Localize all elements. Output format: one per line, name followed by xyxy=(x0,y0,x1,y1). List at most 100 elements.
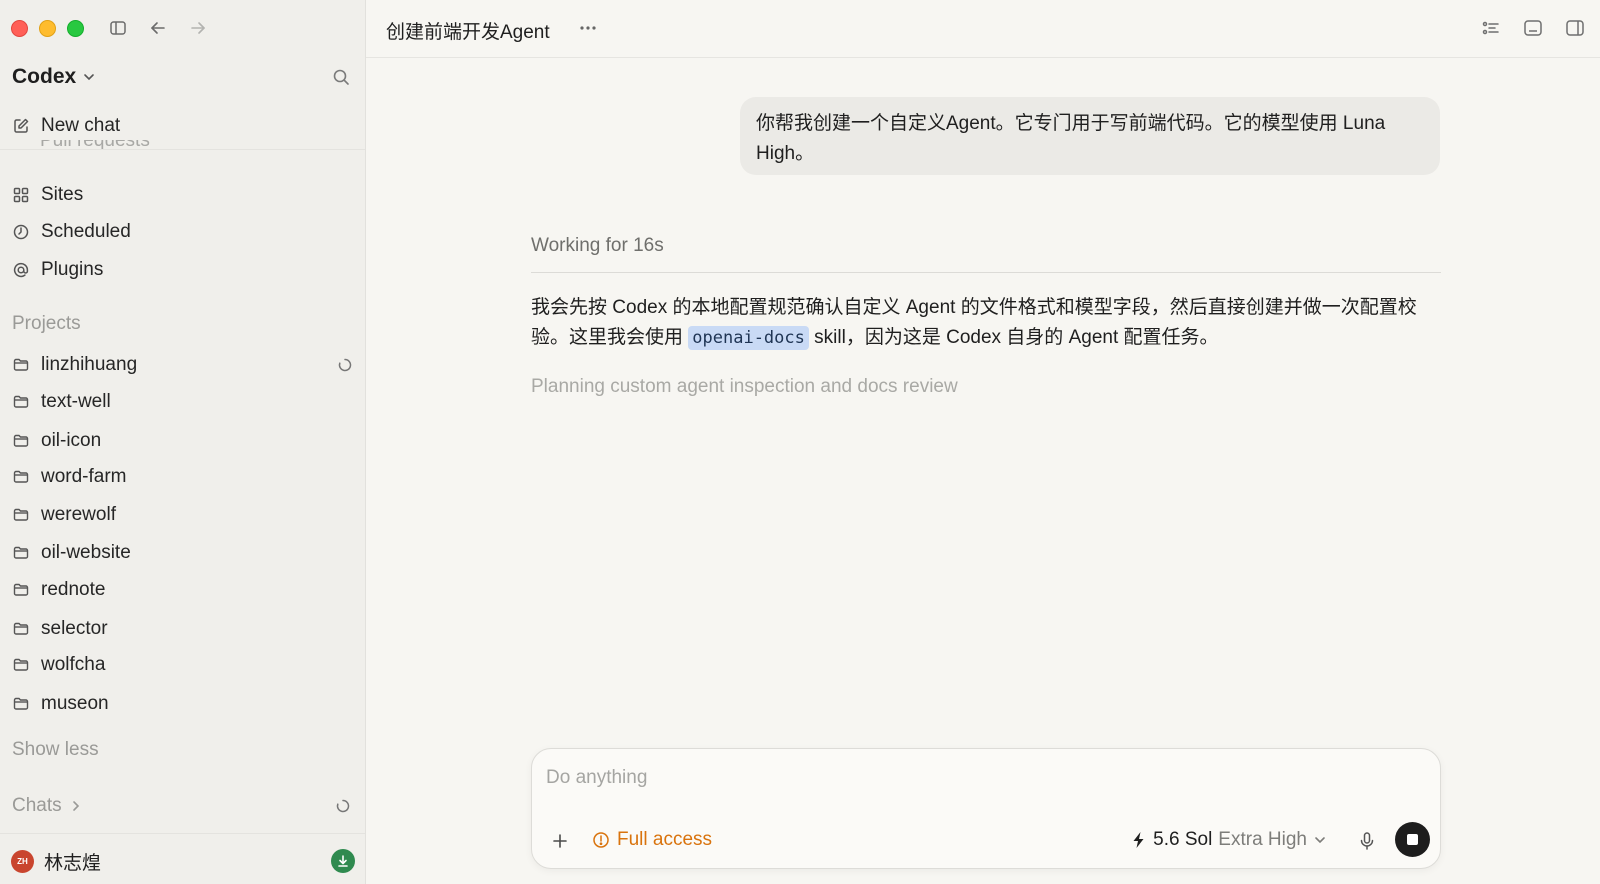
response-text-after: skill，因为这是 Codex 自身的 Agent 配置任务。 xyxy=(808,327,1219,348)
sidebar-item-pull-requests[interactable]: Pull requests xyxy=(40,140,150,162)
folder-icon xyxy=(12,393,30,411)
workspace-switcher[interactable]: Codex xyxy=(12,65,96,89)
project-label: rednote xyxy=(41,579,106,600)
list-icon[interactable] xyxy=(1480,17,1502,39)
search-icon[interactable] xyxy=(331,67,351,87)
planning-status: Planning custom agent inspection and doc… xyxy=(531,376,958,397)
project-label: selector xyxy=(41,618,108,639)
sidebar-toggle-icon[interactable] xyxy=(106,16,130,40)
folder-icon xyxy=(12,656,30,674)
loading-spinner-icon xyxy=(338,358,352,372)
clock-icon xyxy=(12,223,30,241)
project-item-word-farm[interactable]: word-farm xyxy=(12,460,353,494)
inline-code-skill: openai-docs xyxy=(688,326,809,350)
header-actions xyxy=(1480,17,1586,39)
project-label: wolfcha xyxy=(41,654,106,675)
sidebar-item-label: Sites xyxy=(41,184,84,205)
stop-generation-button[interactable] xyxy=(1395,822,1430,857)
window-controls xyxy=(11,20,84,37)
project-label: text-well xyxy=(41,391,111,412)
more-options-icon[interactable] xyxy=(578,18,598,38)
folder-icon xyxy=(12,468,30,486)
sidebar: Codex New chat Pull requests Sites Sched… xyxy=(0,0,366,884)
grid-icon xyxy=(12,186,30,204)
loading-spinner-icon xyxy=(336,799,350,813)
model-name: 5.6 Sol xyxy=(1153,829,1213,850)
project-item-museon[interactable]: museon xyxy=(12,687,353,721)
chat-title[interactable]: 创建前端开发Agent xyxy=(386,17,550,44)
show-less-link[interactable]: Show less xyxy=(12,739,99,761)
plus-icon xyxy=(553,834,567,848)
sidebar-item-plugins[interactable]: Plugins xyxy=(12,253,353,287)
chevron-right-icon xyxy=(72,801,79,811)
sidebar-item-label: Plugins xyxy=(41,259,104,280)
terminal-panel-icon[interactable] xyxy=(1522,17,1544,39)
user-profile[interactable]: ZH 林志煌 xyxy=(11,847,355,875)
forward-arrow-icon[interactable] xyxy=(186,16,210,40)
project-item-selector[interactable]: selector xyxy=(12,612,353,646)
folder-icon xyxy=(12,695,30,713)
prompt-input[interactable] xyxy=(546,763,1406,793)
project-item-linzhihuang[interactable]: linzhihuang xyxy=(12,348,353,382)
chevron-down-icon xyxy=(1315,837,1325,844)
download-update-button[interactable] xyxy=(331,849,355,873)
minimize-window-button[interactable] xyxy=(39,20,56,37)
add-attachment-button[interactable] xyxy=(548,829,572,853)
back-arrow-icon[interactable] xyxy=(146,16,170,40)
folder-icon xyxy=(12,581,30,599)
sidebar-item-scheduled[interactable]: Scheduled xyxy=(12,215,353,249)
project-item-oil-website[interactable]: oil-website xyxy=(12,536,353,570)
project-label: linzhihuang xyxy=(41,354,138,375)
project-item-oil-icon[interactable]: oil-icon xyxy=(12,424,353,458)
project-item-werewolf[interactable]: werewolf xyxy=(12,498,353,532)
sidebar-divider xyxy=(0,149,365,150)
composer: Full access 5.6 Sol Extra High xyxy=(531,748,1441,869)
full-access-button[interactable]: Full access xyxy=(592,829,712,851)
working-status[interactable]: Working for 16s xyxy=(531,235,664,257)
microphone-button[interactable] xyxy=(1356,829,1378,853)
project-item-text-well[interactable]: text-well xyxy=(12,385,353,419)
new-chat-label: New chat xyxy=(41,115,121,136)
brand-row: Codex xyxy=(12,62,351,92)
zoom-window-button[interactable] xyxy=(67,20,84,37)
chat-header: 创建前端开发Agent xyxy=(366,0,1600,58)
folder-icon xyxy=(12,356,30,374)
model-effort: Extra High xyxy=(1218,829,1307,850)
folder-icon xyxy=(12,432,30,450)
full-access-label: Full access xyxy=(617,829,713,850)
right-sidebar-toggle-icon[interactable] xyxy=(1564,17,1586,39)
user-name: 林志煌 xyxy=(44,852,102,874)
project-item-wolfcha[interactable]: wolfcha xyxy=(12,648,353,682)
project-item-rednote[interactable]: rednote xyxy=(12,573,353,607)
close-window-button[interactable] xyxy=(11,20,28,37)
project-label: word-farm xyxy=(41,466,127,487)
folder-icon xyxy=(12,544,30,562)
project-label: werewolf xyxy=(41,504,116,525)
chats-section-header[interactable]: Chats xyxy=(12,795,351,817)
brand-name: Codex xyxy=(12,65,77,88)
assistant-response: 我会先按 Codex 的本地配置规范确认自定义 Agent 的文件格式和模型字段… xyxy=(531,293,1441,353)
new-chat-button[interactable]: New chat xyxy=(12,109,353,143)
app-window: Codex New chat Pull requests Sites Sched… xyxy=(0,0,1600,884)
lightning-bolt-icon xyxy=(1133,832,1144,848)
model-selector[interactable]: 5.6 Sol Extra High xyxy=(1131,829,1327,851)
compose-icon xyxy=(12,117,30,135)
warning-icon xyxy=(593,832,609,848)
folder-icon xyxy=(12,620,30,638)
sidebar-item-label: Scheduled xyxy=(41,221,131,242)
user-message-bubble: 你帮我创建一个自定义Agent。它专门用于写前端代码。它的模型使用 Luna H… xyxy=(740,97,1440,175)
sidebar-toolbar xyxy=(106,16,210,40)
project-label: oil-website xyxy=(41,542,131,563)
stop-icon xyxy=(1407,834,1418,845)
folder-icon xyxy=(12,506,30,524)
at-icon xyxy=(12,261,30,279)
main-panel: 创建前端开发Agent 你帮我创建一个自定义Agent。它专门用于写前端代码。它… xyxy=(366,0,1600,884)
working-divider xyxy=(531,272,1441,273)
sidebar-bottom-divider xyxy=(0,833,365,834)
microphone-icon xyxy=(1360,832,1374,850)
projects-section-label: Projects xyxy=(12,313,81,334)
chevron-down-icon xyxy=(84,74,94,81)
project-label: oil-icon xyxy=(41,430,102,451)
project-label: museon xyxy=(41,693,109,714)
sidebar-item-sites[interactable]: Sites xyxy=(12,178,353,212)
